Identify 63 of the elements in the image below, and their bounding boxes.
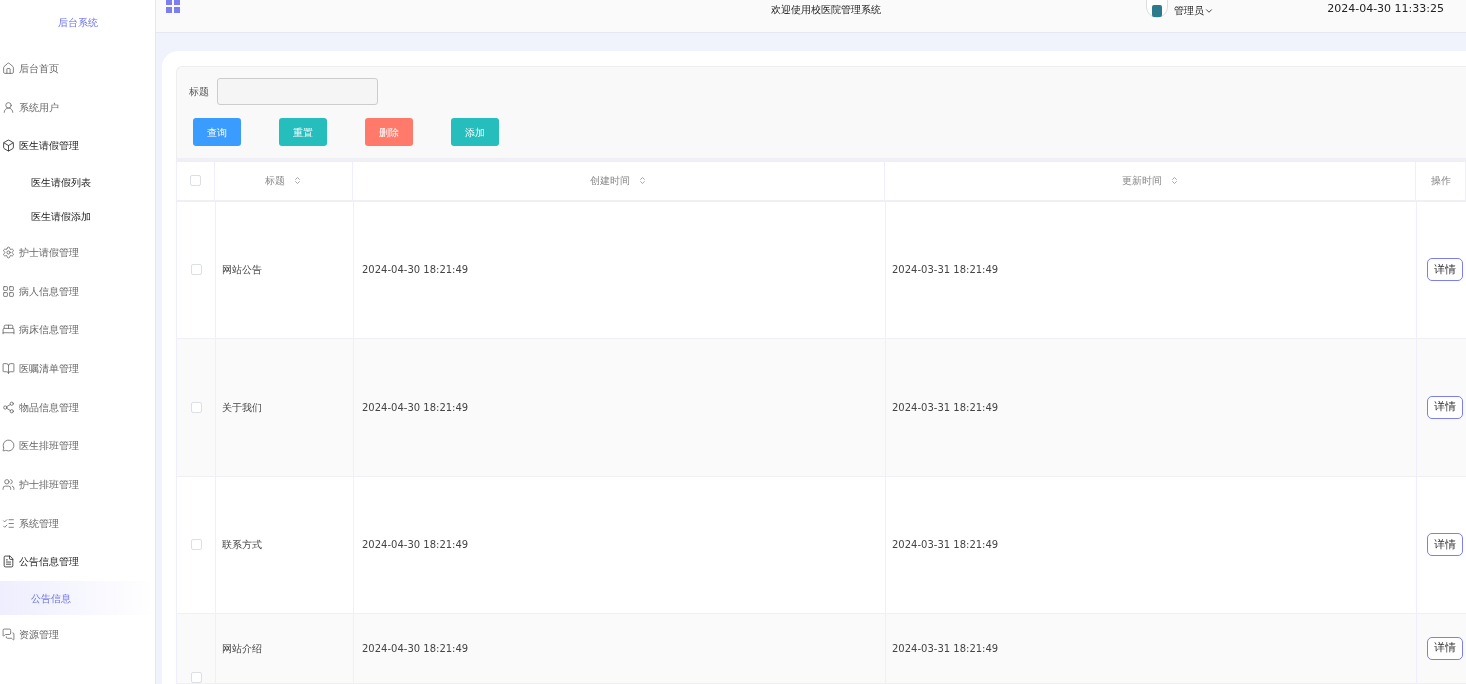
share-icon [2, 400, 15, 414]
chat-icon [2, 439, 15, 453]
table-cell-text: 网站公告 [222, 263, 262, 278]
table-cell-text: 2024-04-30 18:21:49 [362, 642, 469, 657]
column-header[interactable]: 更新时间 [885, 161, 1416, 200]
menu-item[interactable]: 资源管理 [0, 615, 155, 654]
table-cell-text: 联系方式 [222, 538, 262, 553]
title-input[interactable] [217, 78, 378, 105]
select-all-checkbox[interactable] [190, 175, 201, 187]
sort-icon[interactable] [1169, 176, 1179, 186]
menu-item[interactable]: 病人信息管理 [0, 271, 155, 311]
book-icon [2, 361, 15, 375]
field-label: 标题 [189, 85, 209, 99]
grid-icon[interactable] [166, 0, 181, 14]
user-icon [2, 100, 15, 114]
table-cell-text: 2024-03-31 18:21:49 [892, 263, 999, 278]
table-cell-text: 网站介绍 [222, 642, 262, 657]
submenu-item[interactable]: 医生请假列表 [0, 165, 155, 200]
row-checkbox[interactable] [190, 401, 202, 413]
details-button[interactable]: 详情 [1427, 395, 1463, 419]
menu-item[interactable]: 系统管理 [0, 503, 155, 543]
table-cell-text: 2024-04-30 18:21:49 [362, 263, 469, 278]
menu-item[interactable]: 医生排班管理 [0, 426, 155, 466]
column-header[interactable]: 标题 [215, 161, 353, 200]
row-checkbox[interactable] [190, 539, 202, 551]
sidebar-title: 后台系统 [56, 15, 99, 30]
table-cell-text: 关于我们 [222, 400, 262, 415]
menu-item[interactable]: 医生请假管理 [0, 126, 155, 166]
bed-icon [2, 323, 15, 337]
submenu-item[interactable]: 医生请假添加 [0, 199, 155, 234]
table-cell-text: 2024-04-30 18:21:49 [362, 400, 469, 415]
users-icon [2, 478, 15, 492]
column-header[interactable]: 创建时间 [353, 161, 885, 200]
table-cell-text: 2024-03-31 18:21:49 [892, 538, 999, 553]
menu-item[interactable]: 系统用户 [0, 87, 155, 127]
cube-icon [2, 139, 15, 153]
menu-item[interactable]: 护士请假管理 [0, 233, 155, 272]
welcome-text: 欢迎使用校医院管理系统 [771, 3, 881, 17]
details-button[interactable]: 详情 [1427, 637, 1463, 661]
user-menu[interactable]: 管理员 [1174, 3, 1214, 18]
table-cell-text: 2024-04-30 18:21:49 [362, 538, 469, 553]
sort-icon[interactable] [638, 176, 647, 186]
menu-item[interactable]: 护士排班管理 [0, 465, 155, 504]
sort-icon[interactable] [293, 176, 302, 186]
checklist-icon [2, 516, 15, 530]
menu-item[interactable]: 后台首页 [0, 49, 155, 88]
row-checkbox[interactable] [190, 264, 202, 276]
table-cell-text: 2024-03-31 18:21:49 [892, 400, 999, 415]
row-checkbox[interactable] [190, 672, 202, 683]
menu-item[interactable]: 物品信息管理 [0, 387, 155, 427]
menu-item[interactable]: 医嘱清单管理 [0, 349, 155, 388]
chat-icon [2, 628, 15, 642]
grid-icon [2, 284, 15, 298]
menu-item[interactable]: 病床信息管理 [0, 310, 155, 350]
home-icon [2, 61, 15, 75]
column-header[interactable]: 操作 [1416, 161, 1466, 200]
table-cell-text: 2024-03-31 18:21:49 [892, 642, 999, 657]
details-button[interactable]: 详情 [1427, 533, 1463, 557]
menu-item[interactable]: 公告信息管理 [0, 542, 155, 582]
document-icon [2, 555, 15, 569]
date-time: 2024-04-30 11:33:25 [1327, 1, 1444, 17]
details-button[interactable]: 详情 [1427, 258, 1463, 282]
gear-icon [2, 245, 15, 259]
